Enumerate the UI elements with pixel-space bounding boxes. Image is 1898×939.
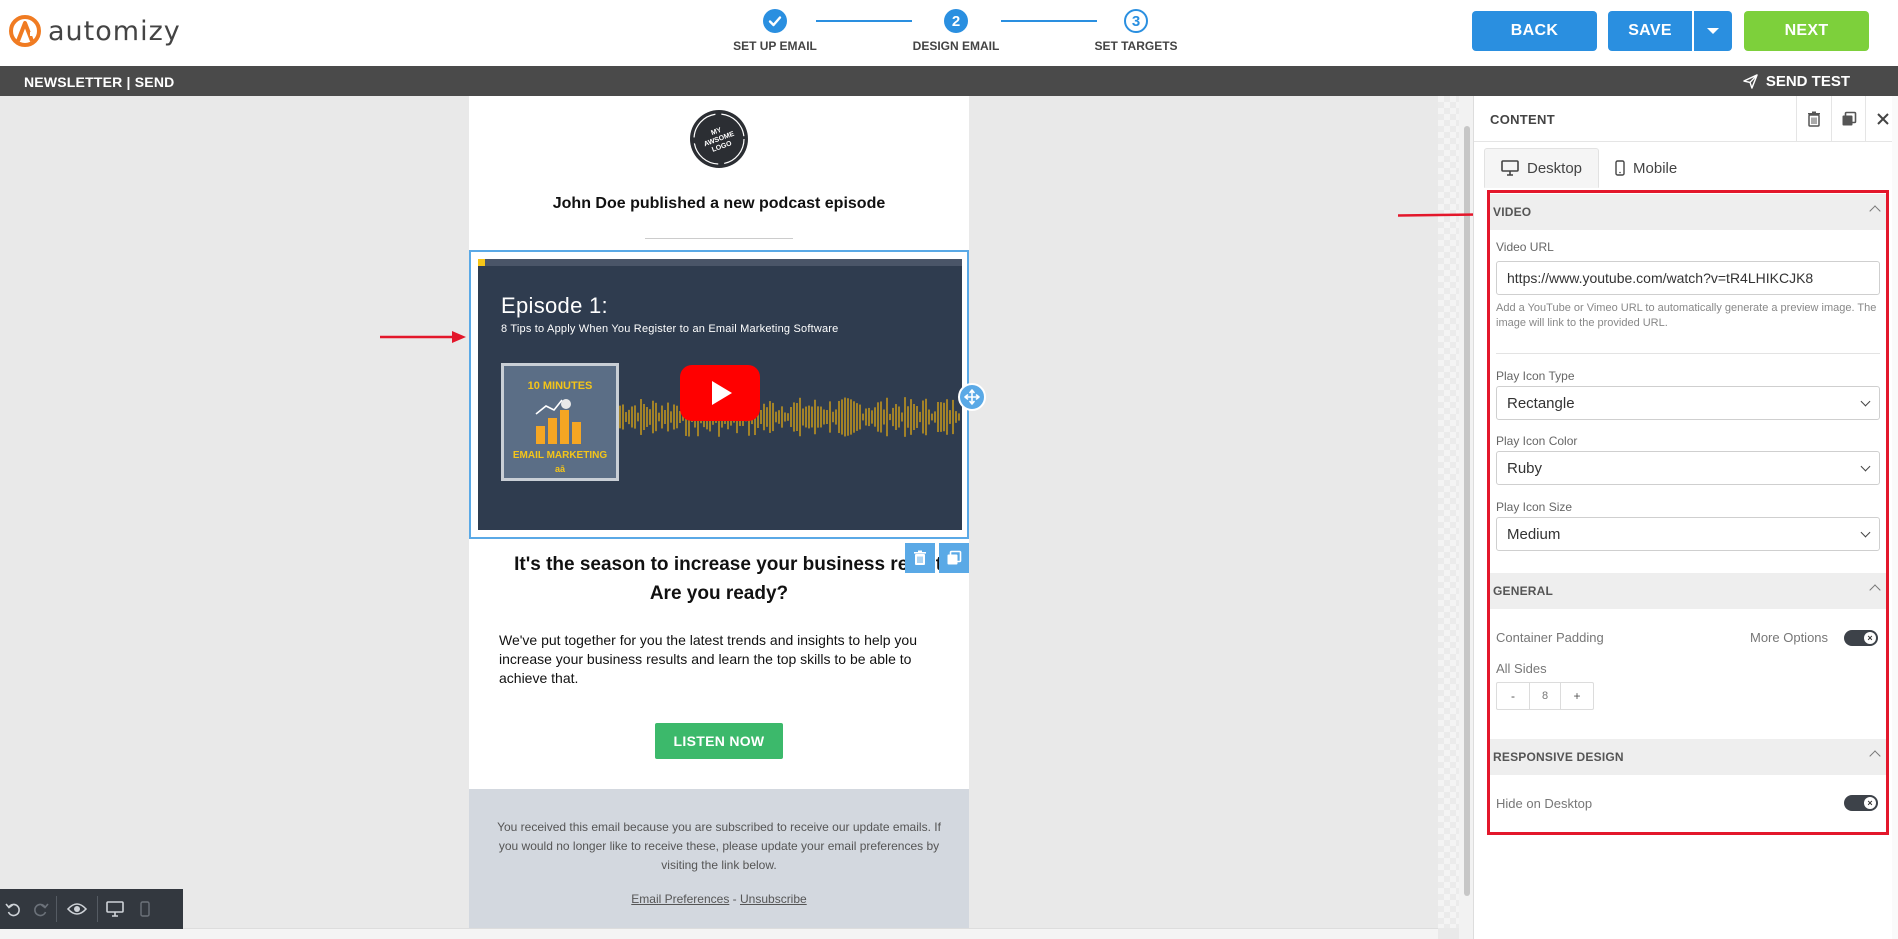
panel-header: CONTENT xyxy=(1474,96,1898,142)
tab-mobile[interactable]: Mobile xyxy=(1599,148,1693,188)
mobile-view-button[interactable] xyxy=(132,889,158,929)
mobile-icon xyxy=(1615,160,1625,176)
annotation-highlight-box xyxy=(1487,190,1889,835)
canvas-bottom-scrollbar[interactable] xyxy=(0,928,1438,939)
paper-plane-icon xyxy=(1743,74,1758,89)
listen-now-button[interactable]: LISTEN NOW xyxy=(655,723,783,759)
email-preview: MY AWSOME LOGO John Doe published a new … xyxy=(469,96,969,928)
email-paragraph[interactable]: We've put together for you the latest tr… xyxy=(499,631,939,688)
panel-duplicate-button[interactable] xyxy=(1831,96,1865,142)
play-triangle-icon xyxy=(712,381,732,405)
eye-icon xyxy=(67,903,87,915)
email-heading-line-1: It's the season to increase your busines… xyxy=(514,554,958,575)
video-preview-thumbnail[interactable]: Episode 1: 8 Tips to Apply When You Regi… xyxy=(478,259,962,530)
email-footer: You received this email because you are … xyxy=(469,789,969,928)
step-set-targets[interactable]: 3 SET TARGETS xyxy=(1076,9,1196,53)
youtube-play-icon[interactable] xyxy=(680,365,760,421)
trash-icon xyxy=(914,550,926,565)
step-number: 3 xyxy=(1124,9,1148,33)
redo-icon xyxy=(34,903,49,917)
email-headline[interactable]: John Doe published a new podcast episode xyxy=(469,195,969,213)
panel-scrollbar[interactable] xyxy=(1892,96,1898,939)
episode-subtitle: 8 Tips to Apply When You Register to an … xyxy=(501,323,839,335)
move-block-handle[interactable] xyxy=(958,383,986,411)
send-test-button[interactable]: SEND TEST xyxy=(1743,73,1850,90)
move-arrows-icon xyxy=(964,389,980,405)
app-logo[interactable]: automizy xyxy=(8,14,181,48)
duplicate-icon xyxy=(947,550,962,565)
chart-illustration-icon xyxy=(535,399,581,444)
step-label: SET TARGETS xyxy=(1094,39,1178,53)
annotation-arrow-icon xyxy=(380,331,466,343)
redo-button[interactable] xyxy=(26,889,56,929)
duplicate-block-button[interactable] xyxy=(939,543,969,573)
panel-title: CONTENT xyxy=(1490,112,1555,127)
audio-waveform-graphic xyxy=(619,397,960,437)
back-button[interactable]: BACK xyxy=(1472,11,1597,51)
email-preferences-link[interactable]: Email Preferences xyxy=(631,892,729,906)
tab-label: Mobile xyxy=(1633,159,1678,177)
delete-block-button[interactable] xyxy=(905,543,935,573)
step-done-check-icon xyxy=(763,9,787,33)
undo-icon xyxy=(5,903,20,917)
email-logo[interactable]: MY AWSOME LOGO xyxy=(688,108,750,170)
video-block-selected[interactable]: Episode 1: 8 Tips to Apply When You Regi… xyxy=(469,250,969,539)
desktop-view-button[interactable] xyxy=(98,889,132,929)
device-tabs: Desktop Mobile xyxy=(1484,148,1693,188)
panel-delete-button[interactable] xyxy=(1796,96,1830,142)
email-heading-line-2: Are you ready? xyxy=(649,583,789,604)
podcast-cover-art: 10 MINUTES EMAIL MARKETING aā xyxy=(501,363,619,481)
undo-button[interactable] xyxy=(0,889,26,929)
footer-text: You received this email because you are … xyxy=(497,820,941,872)
email-divider xyxy=(645,238,793,239)
sub-bar: NEWSLETTER | SEND SEND TEST xyxy=(0,66,1898,96)
caret-down-icon xyxy=(1707,28,1719,34)
save-button[interactable]: SAVE xyxy=(1608,11,1692,51)
video-corner-mark xyxy=(478,259,485,266)
step-design-email[interactable]: 2 DESIGN EMAIL xyxy=(896,9,1016,53)
cover-brand-mark: aā xyxy=(554,464,565,474)
mobile-icon xyxy=(140,901,150,917)
close-icon xyxy=(1876,113,1889,125)
save-options-dropdown-button[interactable] xyxy=(1694,11,1732,51)
email-heading[interactable]: It's the season to increase your busines… xyxy=(469,550,969,608)
episode-title: Episode 1: xyxy=(501,293,608,318)
wizard-steps: SET UP EMAIL 2 DESIGN EMAIL 3 SET TARGET… xyxy=(715,9,1178,53)
tab-label: Desktop xyxy=(1527,159,1583,177)
desktop-icon xyxy=(106,901,124,917)
top-bar: automizy SET UP EMAIL 2 DESIGN EMAIL 3 S… xyxy=(0,0,1898,66)
desktop-icon xyxy=(1501,160,1519,176)
step-label: DESIGN EMAIL xyxy=(912,39,1000,53)
preview-button[interactable] xyxy=(57,889,97,929)
automizy-logo-icon xyxy=(9,15,41,47)
send-test-label: SEND TEST xyxy=(1765,73,1850,90)
breadcrumb: NEWSLETTER | SEND xyxy=(24,74,175,90)
footer-links: Email Preferences - Unsubscribe xyxy=(469,892,969,906)
video-top-stripe xyxy=(478,259,962,266)
cover-bottom-text: EMAIL MARKETING xyxy=(512,450,608,461)
cover-top-text: 10 MINUTES xyxy=(527,380,593,392)
footer-link-separator: - xyxy=(729,892,740,906)
unsubscribe-link[interactable]: Unsubscribe xyxy=(740,892,807,906)
canvas-scrollbar-thumb[interactable] xyxy=(1464,126,1470,896)
editor-bottom-toolbar xyxy=(0,889,183,929)
step-set-up-email[interactable]: SET UP EMAIL xyxy=(715,9,835,53)
trash-icon xyxy=(1807,111,1820,127)
duplicate-icon xyxy=(1842,111,1856,126)
step-label: SET UP EMAIL xyxy=(733,39,817,53)
tab-desktop[interactable]: Desktop xyxy=(1484,148,1600,188)
app-logo-text: automizy xyxy=(48,15,181,47)
step-number: 2 xyxy=(944,9,968,33)
next-button[interactable]: NEXT xyxy=(1744,11,1869,51)
